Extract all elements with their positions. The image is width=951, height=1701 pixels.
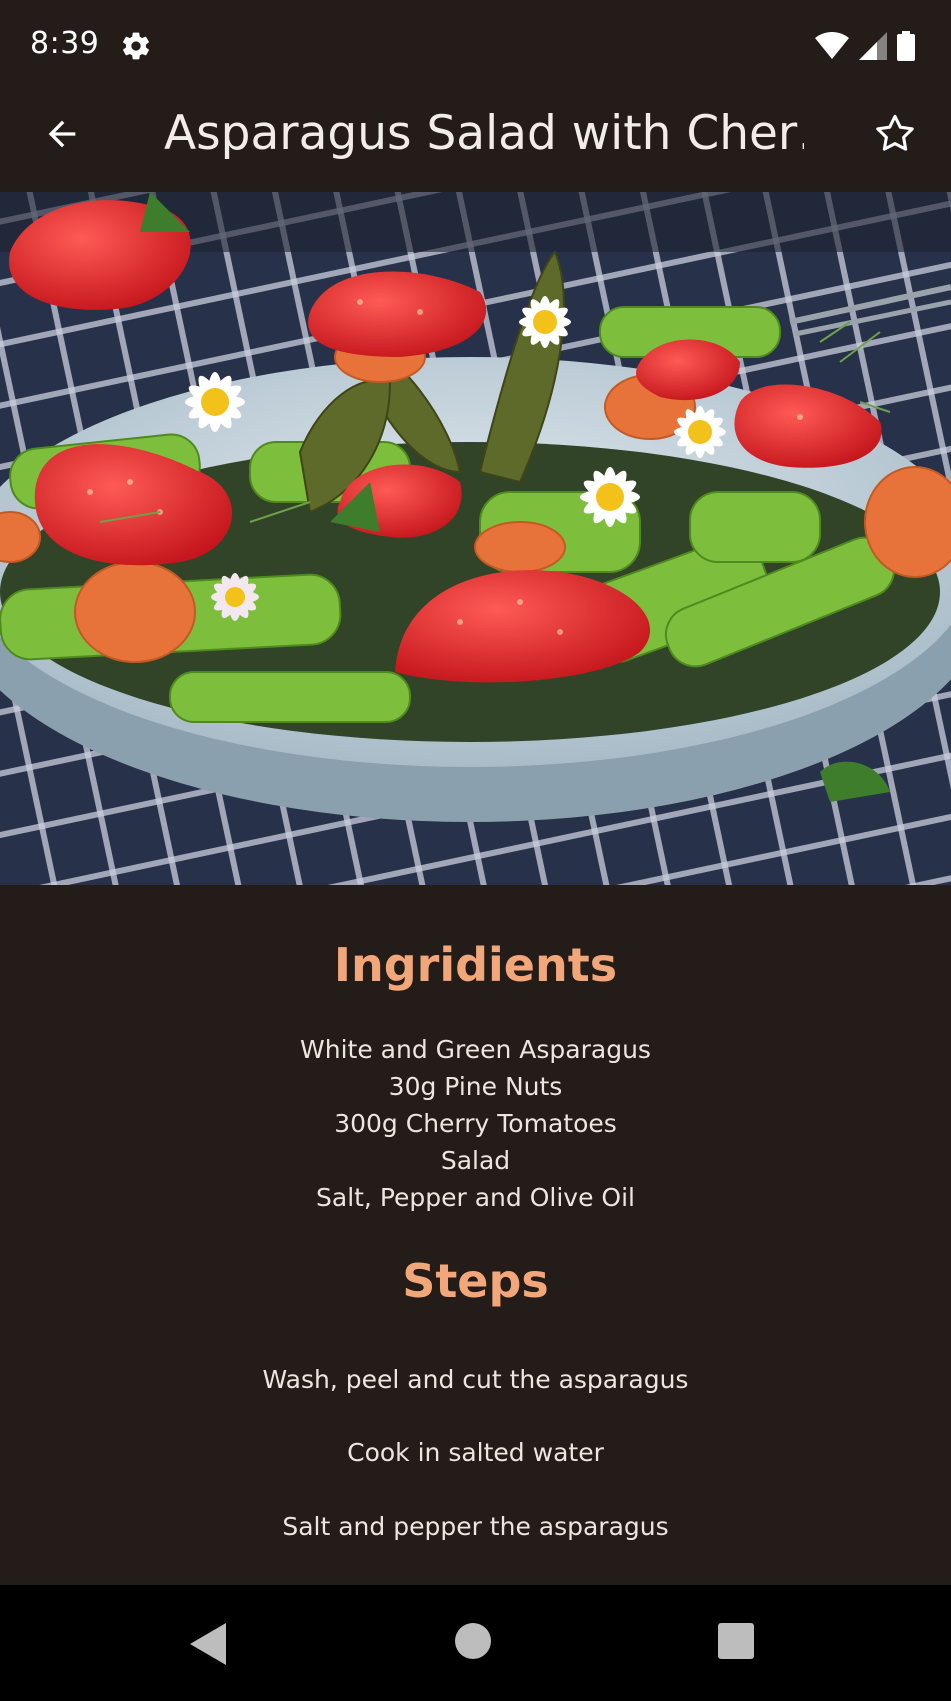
steps-title: Steps <box>402 1254 549 1308</box>
nav-recents-icon[interactable] <box>718 1623 754 1659</box>
status-bar: 8:39 <box>0 10 951 76</box>
star-outline-icon <box>876 114 914 151</box>
back-button[interactable] <box>30 102 94 166</box>
step-item: Salt and pepper the asparagus <box>282 1512 669 1541</box>
status-indicators <box>815 30 915 62</box>
status-time: 8:39 <box>30 26 100 61</box>
system-nav-bar <box>0 1585 951 1701</box>
nav-home-icon[interactable] <box>455 1623 491 1659</box>
recipe-image <box>0 192 951 885</box>
step-item: Wash, peel and cut the asparagus <box>262 1365 689 1394</box>
app-bar: Asparagus Salad with Cher… <box>0 76 951 192</box>
gear-icon <box>123 32 149 60</box>
ingredients-title: Ingridients <box>333 938 618 992</box>
favorite-button[interactable] <box>863 102 927 166</box>
ingredients-list: White and Green Asparagus 30g Pine Nuts … <box>0 1031 951 1216</box>
ingredient-item: 30g Pine Nuts <box>388 1072 563 1101</box>
signal-icon <box>859 32 887 60</box>
ingredient-item: Salad <box>440 1146 511 1175</box>
step-item: Cook in salted water <box>347 1438 604 1467</box>
recipe-title: Asparagus Salad with Cher… <box>164 106 804 161</box>
nav-back-icon[interactable] <box>190 1623 230 1665</box>
recipe-content: Ingridients White and Green Asparagus 30… <box>0 885 951 1585</box>
arrow-left-icon <box>48 120 76 148</box>
ingredient-item: 300g Cherry Tomatoes <box>334 1109 617 1138</box>
phone-screen: 8:39 Asparagus Salad with Cher… Ingridie… <box>0 0 951 1701</box>
ingredient-item: White and Green Asparagus <box>300 1035 651 1064</box>
battery-icon <box>897 31 915 61</box>
wifi-icon <box>815 32 849 59</box>
ingredient-item: Salt, Pepper and Olive Oil <box>316 1183 635 1212</box>
